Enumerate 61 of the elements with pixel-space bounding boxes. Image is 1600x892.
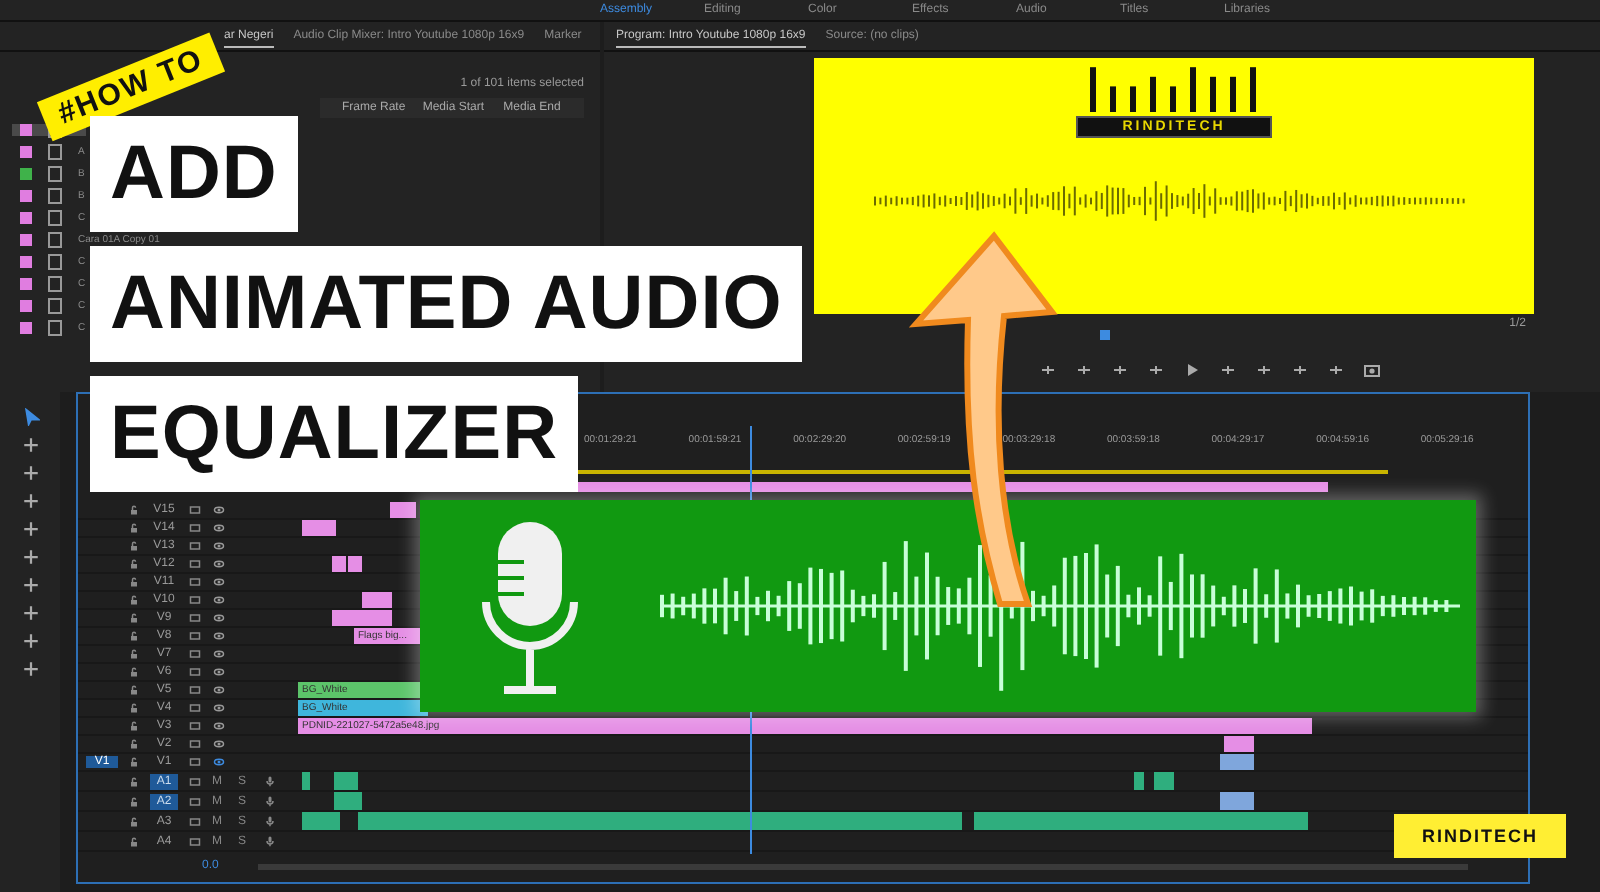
lock-icon[interactable] <box>128 540 140 552</box>
camera-icon[interactable] <box>1364 362 1380 378</box>
lock-icon[interactable] <box>128 756 140 768</box>
audio-clip[interactable] <box>1134 772 1144 790</box>
audio-clip[interactable] <box>358 812 962 830</box>
eye-icon[interactable] <box>212 702 226 714</box>
microphone-icon[interactable] <box>264 794 276 808</box>
audio-clip[interactable] <box>346 772 358 790</box>
eye-icon[interactable] <box>212 522 226 534</box>
video-clip[interactable] <box>358 610 392 626</box>
lock-icon[interactable] <box>128 720 140 732</box>
eye-icon[interactable] <box>212 594 226 606</box>
eye-icon[interactable] <box>212 576 226 588</box>
lock-icon[interactable] <box>128 522 140 534</box>
lock-icon[interactable] <box>128 558 140 570</box>
eye-icon[interactable] <box>212 684 226 696</box>
video-clip[interactable] <box>362 592 392 608</box>
microphone-icon[interactable] <box>264 774 276 788</box>
eye-icon[interactable] <box>212 504 226 516</box>
video-clip[interactable] <box>390 502 416 518</box>
eye-icon[interactable] <box>212 720 226 732</box>
eye-icon[interactable] <box>212 540 226 552</box>
video-clip[interactable] <box>302 520 336 536</box>
audio-clip[interactable] <box>302 772 310 790</box>
lock-icon[interactable] <box>128 630 140 642</box>
microphone-icon[interactable] <box>264 814 276 828</box>
eye-icon[interactable] <box>212 648 226 660</box>
audio-clip[interactable] <box>1154 772 1174 790</box>
microphone-icon[interactable] <box>264 834 276 848</box>
audio-clip[interactable] <box>1220 792 1254 810</box>
lock-icon[interactable] <box>128 702 140 714</box>
lock-icon[interactable] <box>128 594 140 606</box>
video-clip[interactable] <box>1224 736 1254 752</box>
lock-icon[interactable] <box>128 504 140 516</box>
lock-icon[interactable] <box>128 795 140 807</box>
video-clip[interactable] <box>1220 754 1254 770</box>
eye-icon[interactable] <box>212 612 226 624</box>
eye-icon[interactable] <box>212 558 226 570</box>
eye-icon[interactable] <box>212 630 226 642</box>
lock-icon[interactable] <box>128 684 140 696</box>
eye-icon[interactable] <box>212 756 226 768</box>
lock-icon[interactable] <box>128 648 140 660</box>
audio-clip[interactable] <box>302 812 340 830</box>
video-clip[interactable] <box>332 556 346 572</box>
equalizer-bars-icon <box>1086 64 1262 112</box>
lock-icon[interactable] <box>128 738 140 750</box>
lock-icon[interactable] <box>128 775 140 787</box>
lock-icon[interactable] <box>128 576 140 588</box>
video-clip[interactable] <box>332 610 358 626</box>
play-icon[interactable] <box>1184 362 1200 378</box>
audio-clip[interactable] <box>334 792 362 810</box>
lock-icon[interactable] <box>128 666 140 678</box>
lock-icon[interactable] <box>128 835 140 847</box>
lock-icon[interactable] <box>128 815 140 827</box>
lock-icon[interactable] <box>128 612 140 624</box>
eye-icon[interactable] <box>212 738 226 750</box>
video-clip[interactable] <box>348 556 362 572</box>
selection-arrow-icon[interactable] <box>21 408 39 426</box>
brand-badge: RINDITECH <box>1394 814 1566 858</box>
playhead-marker-icon[interactable] <box>1100 330 1110 340</box>
eye-icon[interactable] <box>212 666 226 678</box>
